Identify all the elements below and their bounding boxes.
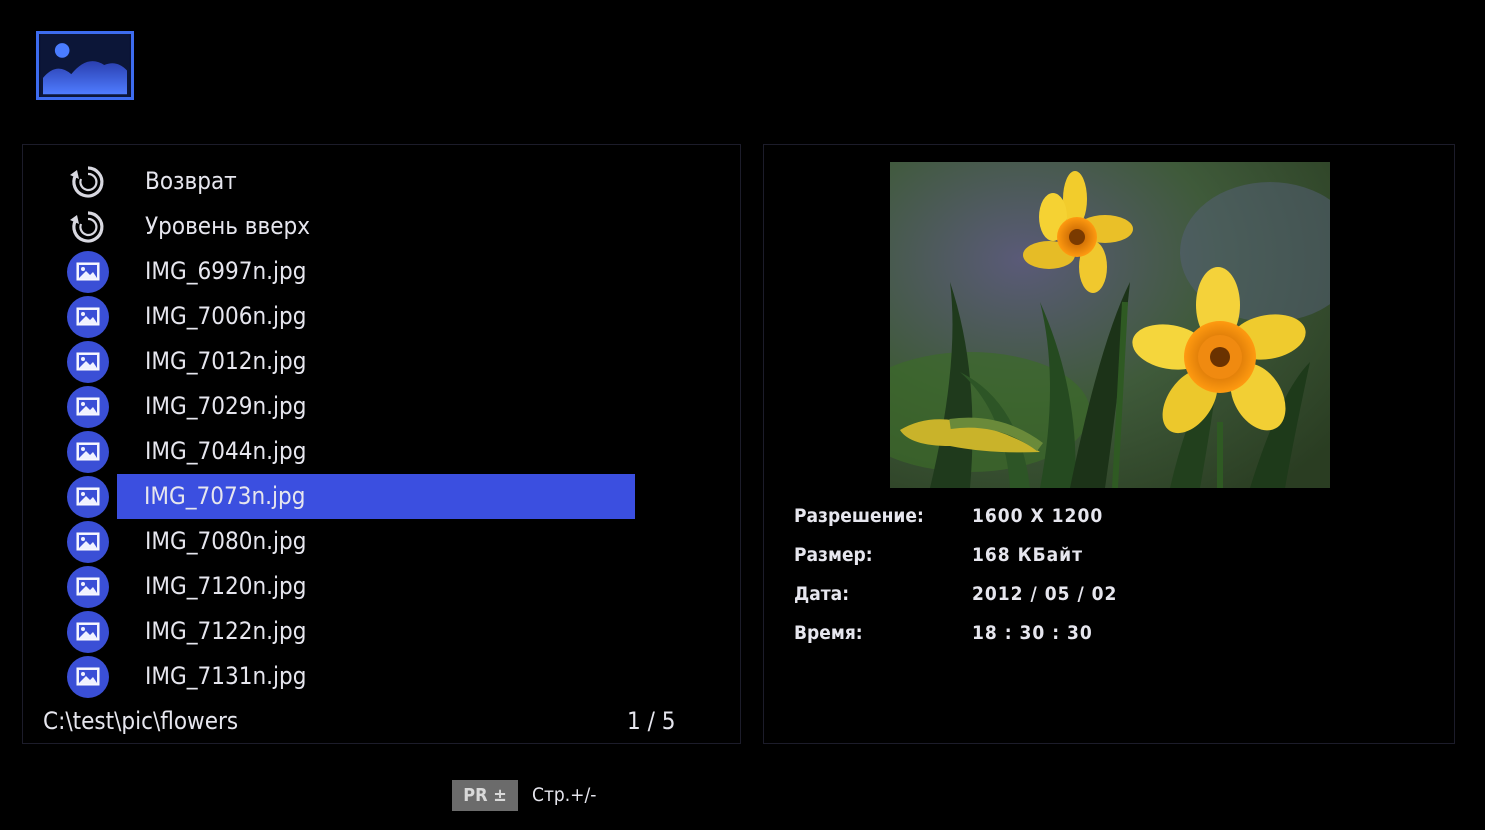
file-list-item-label: IMG_7131n.jpg [145, 662, 307, 690]
file-list-item[interactable]: IMG_7120n.jpg [23, 564, 723, 609]
page-hint-label: Стр.+/- [532, 784, 597, 806]
file-list-item[interactable]: IMG_7131n.jpg [23, 654, 723, 699]
image-file-icon [67, 611, 109, 653]
image-preview [890, 162, 1330, 488]
image-file-icon [67, 251, 109, 293]
picture-icon [40, 34, 130, 97]
image-details: Разрешение: 1600 X 1200 Размер: 168 КБай… [794, 505, 1434, 661]
current-path: C:\test\pic\flowers [43, 707, 239, 735]
file-list-item[interactable]: IMG_7044n.jpg [23, 429, 723, 474]
time-label: Время: [794, 622, 863, 644]
page-indicator: 1 / 5 [627, 707, 676, 735]
app-picture-icon [36, 31, 134, 100]
file-browser-panel: Возврат Уровень вверх IMG_6997n.jpg IMG_700… [22, 144, 741, 744]
file-list-item-label: IMG_7080n.jpg [145, 527, 307, 555]
file-list-item-label: IMG_7012n.jpg [145, 347, 307, 375]
image-file-icon [67, 521, 109, 563]
size-value: 168 КБайт [972, 544, 1084, 566]
size-label: Размер: [794, 544, 873, 566]
date-label: Дата: [794, 583, 850, 605]
file-list-item-label: IMG_7044n.jpg [145, 437, 307, 465]
file-list-item-label: IMG_7029n.jpg [145, 392, 307, 420]
resolution-value: 1600 X 1200 [972, 505, 1104, 527]
pr-button[interactable]: PR ± [452, 780, 518, 811]
file-list-item[interactable]: Уровень вверх [23, 204, 723, 249]
file-list-item[interactable]: IMG_7029n.jpg [23, 384, 723, 429]
file-list-item[interactable]: IMG_7073n.jpg [23, 474, 723, 519]
file-list-item[interactable]: IMG_7122n.jpg [23, 609, 723, 654]
image-file-icon [67, 476, 109, 518]
file-list-item[interactable]: Возврат [23, 159, 723, 204]
image-file-icon [67, 431, 109, 473]
date-value: 2012 / 05 / 02 [972, 583, 1118, 605]
resolution-label: Разрешение: [794, 505, 924, 527]
image-file-icon [67, 656, 109, 698]
file-list-item[interactable]: IMG_6997n.jpg [23, 249, 723, 294]
details-panel: Разрешение: 1600 X 1200 Размер: 168 КБай… [763, 144, 1455, 744]
daffodil-photo [890, 162, 1330, 488]
resolution-row: Разрешение: 1600 X 1200 [794, 505, 1434, 544]
file-list-item-label: IMG_7073n.jpg [117, 474, 635, 519]
image-file-icon [67, 386, 109, 428]
file-list-item-label: Возврат [145, 167, 237, 195]
image-file-icon [67, 566, 109, 608]
image-file-icon [67, 296, 109, 338]
file-list-item[interactable]: IMG_7006n.jpg [23, 294, 723, 339]
file-list-item-label: IMG_7122n.jpg [145, 617, 307, 645]
return-icon [67, 206, 109, 248]
time-value: 18 : 30 : 30 [972, 622, 1093, 644]
time-row: Время: 18 : 30 : 30 [794, 622, 1434, 661]
file-list-item[interactable]: IMG_7080n.jpg [23, 519, 723, 564]
file-list-item-label: Уровень вверх [145, 212, 311, 240]
image-file-icon [67, 341, 109, 383]
size-row: Размер: 168 КБайт [794, 544, 1434, 583]
file-list-item-label: IMG_7120n.jpg [145, 572, 307, 600]
file-list-item[interactable]: IMG_7012n.jpg [23, 339, 723, 384]
date-row: Дата: 2012 / 05 / 02 [794, 583, 1434, 622]
file-list-item-label: IMG_6997n.jpg [145, 257, 307, 285]
file-list-item-label: IMG_7006n.jpg [145, 302, 307, 330]
return-icon [67, 161, 109, 203]
